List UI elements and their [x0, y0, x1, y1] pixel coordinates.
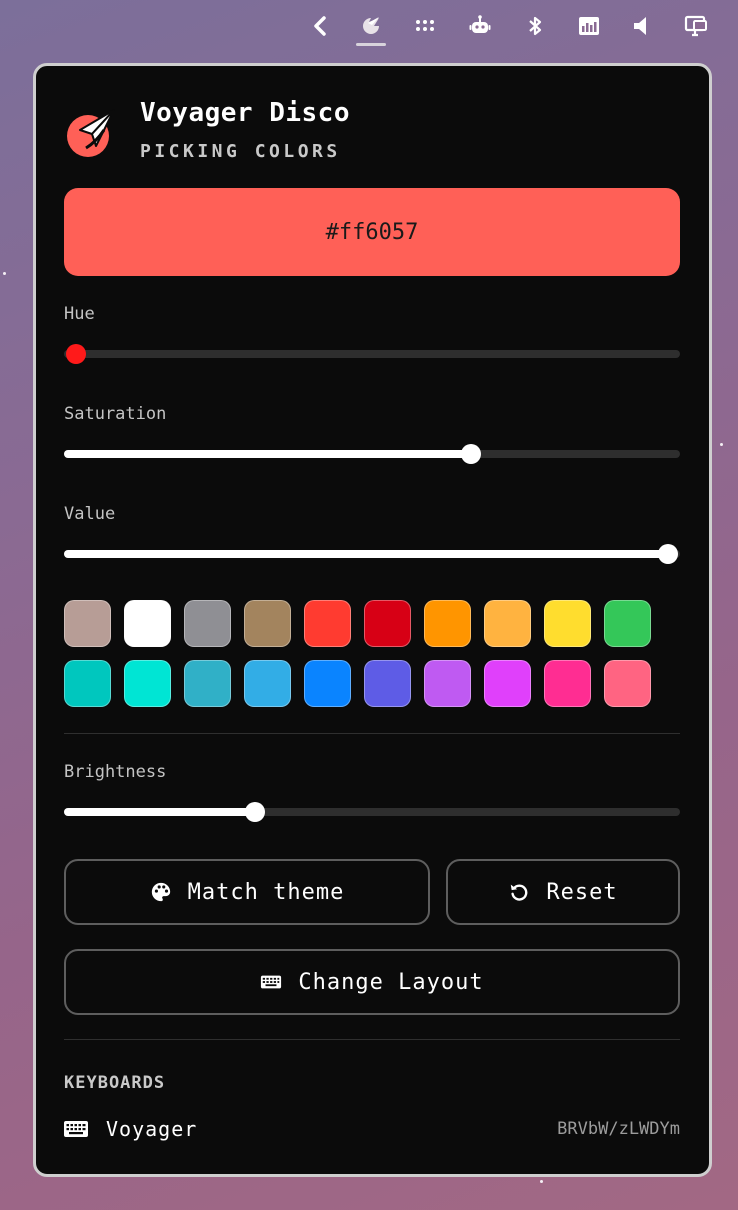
match-theme-label: Match theme — [187, 879, 345, 905]
system-tray — [300, 0, 738, 50]
color-swatch[interactable] — [184, 660, 231, 707]
color-swatch[interactable] — [544, 660, 591, 707]
keyboard-id: BRVbW/zLWDYm — [557, 1119, 680, 1139]
color-swatch[interactable] — [64, 600, 111, 647]
swatch-row — [64, 660, 680, 707]
color-swatches — [64, 600, 680, 720]
brightness-label: Brightness — [64, 762, 167, 782]
change-layout-button[interactable]: Change Layout — [64, 949, 680, 1015]
background-star — [3, 272, 6, 275]
color-swatch[interactable] — [64, 660, 111, 707]
color-swatch[interactable] — [364, 600, 411, 647]
color-swatch[interactable] — [124, 600, 171, 647]
reset-icon — [511, 884, 528, 901]
saturation-slider[interactable] — [64, 444, 680, 464]
value-slider-fill — [64, 550, 668, 558]
color-swatch[interactable] — [304, 660, 351, 707]
match-theme-button[interactable]: Match theme — [64, 859, 430, 925]
network-icon[interactable] — [574, 11, 604, 41]
active-indicator — [356, 43, 386, 46]
color-swatch[interactable] — [244, 660, 291, 707]
color-swatch[interactable] — [424, 600, 471, 647]
hue-label: Hue — [64, 304, 95, 324]
reset-label: Reset — [546, 879, 618, 905]
bluetooth-icon[interactable] — [520, 11, 550, 41]
keyboard-name: Voyager — [106, 1117, 198, 1141]
keyboards-heading: KEYBOARDS — [64, 1073, 166, 1093]
saturation-label: Saturation — [64, 404, 167, 424]
reset-button[interactable]: Reset — [446, 859, 680, 925]
keyboard-icon — [261, 975, 282, 989]
value-slider-thumb[interactable] — [657, 544, 678, 564]
dots-grid-icon[interactable] — [410, 11, 440, 41]
volume-icon[interactable] — [627, 11, 657, 41]
divider — [64, 1039, 680, 1040]
hue-slider[interactable] — [64, 344, 680, 364]
value-label: Value — [64, 504, 116, 524]
background-star — [720, 443, 723, 446]
color-swatch[interactable] — [604, 600, 651, 647]
color-swatch[interactable] — [364, 660, 411, 707]
change-layout-label: Change Layout — [298, 969, 484, 995]
color-swatch[interactable] — [424, 660, 471, 707]
color-swatch[interactable] — [484, 660, 531, 707]
swatch-row — [64, 600, 680, 647]
color-picker-panel: Voyager Disco PICKING COLORS #ff6057 Hue… — [33, 63, 712, 1177]
color-swatch[interactable] — [484, 600, 531, 647]
hue-slider-thumb[interactable] — [66, 344, 87, 364]
keyboard-icon — [64, 1121, 88, 1137]
brightness-slider-fill — [64, 808, 255, 816]
display-icon[interactable] — [681, 11, 711, 41]
app-subtitle: PICKING COLORS — [140, 141, 341, 162]
value-slider[interactable] — [64, 544, 680, 564]
color-swatch[interactable] — [184, 600, 231, 647]
saturation-slider-fill — [64, 450, 471, 458]
brightness-slider[interactable] — [64, 802, 680, 822]
color-hex-value: #ff6057 — [325, 219, 419, 245]
color-swatch[interactable] — [544, 600, 591, 647]
keyboard-list-item[interactable]: Voyager BRVbW/zLWDYm — [64, 1112, 680, 1146]
color-preview: #ff6057 — [64, 188, 680, 276]
robot-icon[interactable] — [465, 11, 495, 41]
saturation-slider-thumb[interactable] — [460, 444, 481, 464]
color-swatch[interactable] — [124, 660, 171, 707]
background-star — [540, 1180, 543, 1183]
divider — [64, 733, 680, 734]
color-swatch[interactable] — [604, 660, 651, 707]
app-logo-icon — [66, 104, 116, 160]
brightness-slider-thumb[interactable] — [244, 802, 265, 822]
keyboard-app-icon[interactable] — [356, 11, 386, 41]
chevron-left-icon[interactable] — [306, 11, 336, 41]
color-swatch[interactable] — [304, 600, 351, 647]
app-title: Voyager Disco — [140, 98, 350, 128]
color-swatch[interactable] — [244, 600, 291, 647]
palette-icon — [151, 882, 170, 902]
